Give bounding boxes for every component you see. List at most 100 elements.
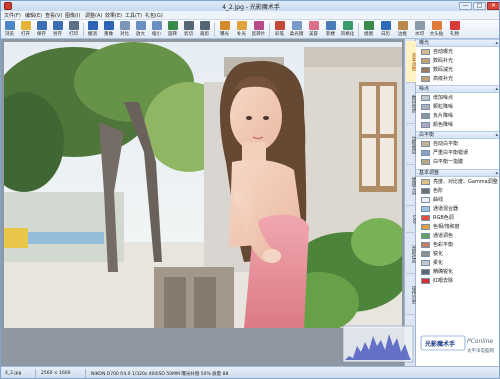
compare-icon xyxy=(120,21,130,30)
panel-item-sharpen[interactable]: 锐化 xyxy=(416,250,499,258)
zoom-in-button[interactable]: 放大 xyxy=(133,21,148,38)
exposure-button[interactable]: 曝光 xyxy=(217,21,232,38)
beauty-button[interactable]: 美容 xyxy=(306,21,321,38)
thumbnail-icon xyxy=(421,197,430,203)
compare-button[interactable]: 对比 xyxy=(117,21,132,38)
panel-item-soften[interactable]: 柔化 xyxy=(416,259,499,267)
panel-item-fill-light[interactable]: 数码补光 xyxy=(416,57,499,65)
redo-button[interactable]: 重做 xyxy=(101,21,116,38)
watermark-brand: 光影魔术手 xyxy=(425,341,456,348)
save-button[interactable]: 保存 xyxy=(34,21,49,38)
undo-button[interactable]: 撤消 xyxy=(85,21,100,38)
panel-item-severe-wb[interactable]: 严重白平衡错误 xyxy=(416,149,499,157)
photo-sticker-button[interactable]: 大头贴 xyxy=(429,21,444,38)
panel-item-curves[interactable]: 曲线 xyxy=(416,196,499,204)
panel-item-label: 颜色降噪 xyxy=(433,122,454,128)
collapse-icon[interactable]: ▴ xyxy=(495,40,498,46)
thumbnail-icon xyxy=(421,269,430,275)
panel-item-label: 锐化 xyxy=(433,251,444,257)
panel-item-precise-sharpen[interactable]: 精确锐化 xyxy=(416,268,499,276)
section-header-basic-adjust[interactable]: 基本调整 ▴ xyxy=(416,169,499,177)
panel-item-levels[interactable]: 色阶 xyxy=(416,187,499,195)
minimize-button[interactable]: — xyxy=(459,2,472,10)
panel-item-color-denoise[interactable]: 颜色降噪 xyxy=(416,121,499,129)
save-as-button[interactable]: 另存 xyxy=(50,21,65,38)
watermark-button[interactable]: 水印 xyxy=(412,21,427,38)
panel-item-label: 严重白平衡错误 xyxy=(433,150,469,156)
panel-item-red-eye[interactable]: 红眼去除 xyxy=(416,277,499,285)
close-button[interactable]: ✕ xyxy=(487,2,499,10)
menu-adjust[interactable]: 调整(A) xyxy=(85,12,102,19)
calendar-button[interactable]: 日历 xyxy=(378,21,393,38)
menu-gifts[interactable]: 礼包(G) xyxy=(145,12,163,19)
panel-item-auto-wb[interactable]: 自动白平衡 xyxy=(416,140,499,148)
tab-digital-darkroom[interactable]: 数码暗房 xyxy=(406,84,416,124)
soft-focus-icon xyxy=(292,21,302,30)
status-filename: 4_2.jpg xyxy=(5,371,22,376)
stylize-icon xyxy=(343,21,353,30)
fill-light-button[interactable]: 补光 xyxy=(234,21,249,38)
tab-exif[interactable]: EXIF xyxy=(406,207,416,233)
panel-item-one-click-wb[interactable]: 白平衡一指键 xyxy=(416,158,499,166)
menu-edit[interactable]: 编辑(E) xyxy=(25,12,42,19)
tab-community[interactable]: 光影社区 xyxy=(406,234,416,274)
panel-item-color-balance[interactable]: 色彩平衡 xyxy=(416,241,499,249)
menu-image[interactable]: 图像(I) xyxy=(65,12,80,19)
status-divider xyxy=(35,369,36,378)
thumbnail-icon xyxy=(421,49,430,55)
toolbar: 浏览 打开 保存 另存 打印 撤消 重做 对比 放大 缩小 旋转 剪切 裁剪 曝… xyxy=(1,20,499,39)
calendar-icon xyxy=(381,21,391,30)
panel-item-reduce-light[interactable]: 数码减光 xyxy=(416,66,499,74)
brush-button[interactable]: 彩笔 xyxy=(272,21,287,38)
collapse-icon[interactable]: ▴ xyxy=(495,132,498,138)
section-header-white-balance[interactable]: 白平衡 ▴ xyxy=(416,131,499,139)
browse-button[interactable]: 浏览 xyxy=(2,21,17,38)
panel-item-hue-saturation[interactable]: 色相/饱和度 xyxy=(416,223,499,231)
panel-item-auto-exposure[interactable]: 自动曝光 xyxy=(416,48,499,56)
panel-item-grain-denoise[interactable]: 颗粒降噪 xyxy=(416,103,499,111)
gift-button[interactable]: 礼物 xyxy=(447,21,462,38)
soft-focus-button[interactable]: 柔光镜 xyxy=(289,21,304,38)
panel-item-label: 增加噪点 xyxy=(433,95,454,101)
tab-basic-adjust[interactable]: 基本调整 xyxy=(406,41,416,83)
rotate-button[interactable]: 旋转 xyxy=(165,21,180,38)
menu-view[interactable]: 查看(V) xyxy=(45,12,62,19)
menu-file[interactable]: 文件(F) xyxy=(4,12,21,19)
panel-item-negative-denoise[interactable]: 负片降噪 xyxy=(416,112,499,120)
thumbnail-icon xyxy=(421,206,430,212)
reversal-film-button[interactable]: 反转片 xyxy=(251,21,266,38)
collapse-icon[interactable]: ▴ xyxy=(495,170,498,176)
photo-canvas[interactable] xyxy=(4,42,402,328)
zoom-out-button[interactable]: 缩小 xyxy=(149,21,164,38)
status-image-size: 2560 × 1600 xyxy=(41,371,71,376)
crop-button[interactable]: 裁剪 xyxy=(197,21,212,38)
panel-item-brightness[interactable]: 亮度、对比度、Gamma调整 xyxy=(416,178,499,186)
thumbnail-icon xyxy=(421,233,430,239)
section-header-noise[interactable]: 噪点 ▴ xyxy=(416,85,499,93)
tab-quick-tools[interactable]: 便捷工具 xyxy=(406,166,416,206)
studio-button[interactable]: 影楼 xyxy=(323,21,338,38)
panel-item-channel-tone[interactable]: 通道调色 xyxy=(416,232,499,240)
panel-item-label: 色相/饱和度 xyxy=(433,224,460,230)
print-button[interactable]: 打印 xyxy=(66,21,81,38)
collage-button[interactable]: 组图 xyxy=(361,21,376,38)
open-button[interactable]: 打开 xyxy=(18,21,33,38)
menu-tools[interactable]: 工具(T) xyxy=(125,12,142,19)
collapse-icon[interactable]: ▴ xyxy=(495,86,498,92)
panel-item-rgb-tone[interactable]: RGB色调 xyxy=(416,214,499,222)
tab-border-layer[interactable]: 边框图层 xyxy=(406,125,416,165)
panel-item-label: 红眼去除 xyxy=(433,278,454,284)
panel-item-advanced-fill[interactable]: 高级补光 xyxy=(416,75,499,83)
tab-history[interactable]: 操作历史 xyxy=(406,275,416,315)
section-header-exposure[interactable]: 曝光 ▴ xyxy=(416,39,499,47)
maximize-button[interactable]: □ xyxy=(473,2,486,10)
thumbnail-icon xyxy=(421,179,430,185)
menu-effects[interactable]: 效果(E) xyxy=(105,12,122,19)
window-title: 4_2.jpg - 光影魔术手 xyxy=(222,4,280,11)
border-button[interactable]: 边框 xyxy=(395,21,410,38)
panel-item-channel-mixer[interactable]: 通道混合器 xyxy=(416,205,499,213)
photo-sticker-icon xyxy=(432,21,442,30)
stylize-button[interactable]: 风格化 xyxy=(340,21,355,38)
cut-button[interactable]: 剪切 xyxy=(181,21,196,38)
panel-item-add-noise[interactable]: 增加噪点 xyxy=(416,94,499,102)
